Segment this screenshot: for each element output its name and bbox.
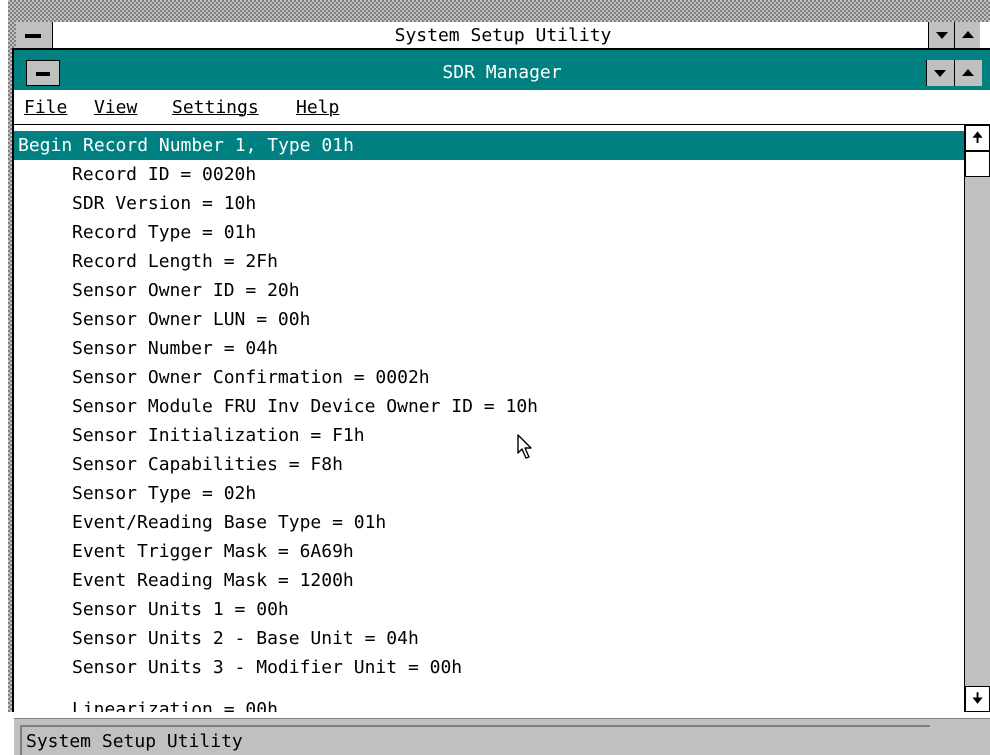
list-item[interactable]: Event/Reading Base Type = 01h [14, 508, 964, 537]
menu-file[interactable]: File [24, 97, 67, 119]
list-item[interactable]: Sensor Owner LUN = 00h [14, 305, 964, 334]
minimize-icon [934, 70, 946, 77]
field-text: Sensor Units 3 - Modifier Unit = 00h [72, 657, 463, 678]
field-text: Record ID = 0020h [72, 164, 257, 185]
menu-help[interactable]: Help [296, 97, 339, 119]
scrollbar-thumb[interactable] [965, 151, 990, 177]
status-text-panel: System Setup Utility [20, 725, 930, 755]
field-text: Record Type = 01h [72, 222, 257, 243]
maximize-icon [962, 69, 974, 76]
field-text: Linearization = 00h [72, 699, 278, 712]
list-item[interactable]: Sensor Initialization = F1h [14, 421, 964, 450]
scroll-down-button[interactable]: 🠋 [965, 686, 990, 712]
sdr-manager-window: SDR Manager File View Settings Help Begi… [12, 48, 990, 712]
menu-bar: File View Settings Help [14, 90, 990, 125]
field-text: Sensor Capabilities = F8h [72, 454, 343, 475]
vertical-scrollbar[interactable]: 🠉 🠋 [964, 125, 990, 712]
list-item[interactable]: Linearization = 00h [14, 695, 964, 712]
status-text: System Setup Utility [26, 731, 243, 752]
field-text: Sensor Units 1 = 00h [72, 599, 289, 620]
list-item[interactable]: Sensor Type = 02h [14, 479, 964, 508]
record-header-text: Begin Record Number 1, Type 01h [18, 135, 354, 156]
window-title: SDR Manager [442, 62, 562, 83]
field-text: Sensor Owner LUN = 00h [72, 309, 311, 330]
list-item[interactable]: SDR Version = 10h [14, 189, 964, 218]
outer-window-title: System Setup Utility [394, 26, 612, 46]
menu-settings[interactable]: Settings [172, 97, 259, 119]
list-item[interactable]: Sensor Number = 04h [14, 334, 964, 363]
outer-system-menu-button[interactable] [16, 22, 53, 48]
minimize-icon [936, 32, 948, 39]
field-text: Event Reading Mask = 1200h [72, 570, 354, 591]
list-item[interactable]: Sensor Module FRU Inv Device Owner ID = … [14, 392, 964, 421]
field-text: Event/Reading Base Type = 01h [72, 512, 387, 533]
list-item[interactable]: Record Length = 2Fh [14, 247, 964, 276]
list-item[interactable]: Record Type = 01h [14, 218, 964, 247]
field-text: Sensor Units 2 - Base Unit = 04h [72, 628, 419, 649]
system-menu-icon [36, 72, 50, 76]
list-item[interactable]: Event Reading Mask = 1200h [14, 566, 964, 595]
field-text: Event Trigger Mask = 6A69h [72, 541, 354, 562]
field-text: Sensor Module FRU Inv Device Owner ID = … [72, 396, 538, 417]
list-item[interactable]: Sensor Units 3 - Modifier Unit = 00h [14, 653, 964, 682]
maximize-button[interactable] [954, 60, 982, 86]
minimize-button[interactable] [926, 60, 954, 86]
mouse-pointer-icon [517, 434, 532, 459]
field-text: Record Length = 2Fh [72, 251, 278, 272]
list-item[interactable]: Sensor Owner Confirmation = 0002h [14, 363, 964, 392]
outer-maximize-button[interactable] [954, 22, 980, 48]
field-text: Sensor Owner Confirmation = 0002h [72, 367, 430, 388]
field-text: Sensor Initialization = F1h [72, 425, 365, 446]
scroll-up-button[interactable]: 🠉 [965, 125, 990, 151]
list-item[interactable]: Sensor Capabilities = F8h [14, 450, 964, 479]
field-text: SDR Version = 10h [72, 193, 257, 214]
field-text: Sensor Owner ID = 20h [72, 280, 300, 301]
record-header-row[interactable]: Begin Record Number 1, Type 01h [14, 131, 964, 160]
list-item[interactable]: Event Trigger Mask = 6A69h [14, 537, 964, 566]
maximize-icon [962, 31, 974, 38]
list-item[interactable]: Sensor Units 1 = 00h [14, 595, 964, 624]
scroll-down-arrow-icon: 🠋 [971, 691, 984, 707]
system-menu-icon [25, 34, 41, 38]
record-list[interactable]: Begin Record Number 1, Type 01h Record I… [14, 125, 964, 712]
outer-title-bar[interactable]: System Setup Utility [16, 22, 990, 49]
list-item[interactable]: Sensor Owner ID = 20h [14, 276, 964, 305]
field-text: Sensor Type = 02h [72, 483, 257, 504]
list-item[interactable]: Record ID = 0020h [14, 160, 964, 189]
status-bar: System Setup Utility [14, 718, 990, 755]
system-menu-button[interactable] [26, 60, 60, 86]
scroll-up-arrow-icon: 🠉 [971, 130, 984, 146]
outer-minimize-button[interactable] [928, 22, 954, 48]
list-item[interactable]: Sensor Units 2 - Base Unit = 04h [14, 624, 964, 653]
sdr-manager-title-bar[interactable]: SDR Manager [14, 50, 990, 90]
field-text: Sensor Number = 04h [72, 338, 278, 359]
menu-view[interactable]: View [94, 97, 137, 119]
